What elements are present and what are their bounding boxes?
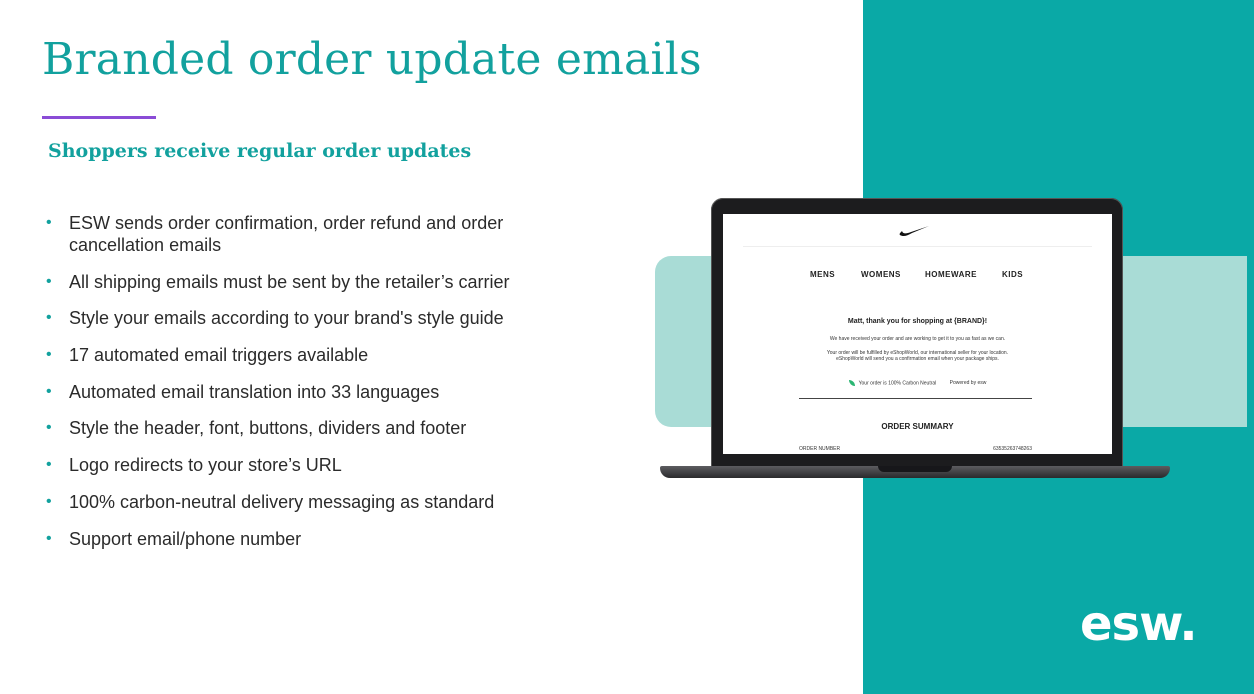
title-accent-rule xyxy=(42,116,156,119)
nav-item-mens: MENS xyxy=(810,270,836,279)
list-item: • ESW sends order confirmation, order ref… xyxy=(46,212,566,256)
bullet-icon: • xyxy=(46,382,52,400)
bullet-icon: • xyxy=(46,492,52,510)
list-item-text: 17 automated email triggers available xyxy=(69,345,369,366)
carbon-neutral-text: Your order is 100% Carbon Neutral xyxy=(858,380,937,387)
swoosh-logo-icon xyxy=(899,226,929,237)
list-item: • 100% carbon-neutral delivery messaging … xyxy=(46,491,566,513)
bullet-icon: • xyxy=(46,309,52,327)
bullet-icon: • xyxy=(46,529,52,547)
bullet-icon: • xyxy=(46,272,52,290)
list-item-text: Logo redirects to your store’s URL xyxy=(69,455,342,476)
nav-item-homeware: HOMEWARE xyxy=(925,270,977,279)
email-preview-screen: MENS WOMENS HOMEWARE KIDS Matt, thank yo… xyxy=(723,214,1112,454)
email-section-divider xyxy=(799,398,1032,399)
list-item: • Logo redirects to your store’s URL xyxy=(46,454,566,476)
laptop-mockup: MENS WOMENS HOMEWARE KIDS Matt, thank yo… xyxy=(711,198,1123,468)
order-number-label: ORDER NUMBER xyxy=(799,446,841,452)
list-item-text: Support email/phone number xyxy=(69,528,302,549)
order-summary-title: ORDER SUMMARY xyxy=(881,422,954,431)
carbon-neutral-row: Your order is 100% Carbon Neutral Powere… xyxy=(723,380,1112,386)
bullet-icon: • xyxy=(46,419,52,437)
list-item-text: 100% carbon-neutral delivery messaging a… xyxy=(69,491,495,512)
list-item: • Automated email translation into 33 lan… xyxy=(46,381,566,403)
email-header-divider xyxy=(743,246,1092,247)
page-subtitle: Shoppers receive regular order updates xyxy=(48,140,472,162)
powered-by-text: Powered by esw xyxy=(949,380,987,387)
laptop-hinge-notch xyxy=(878,466,952,472)
list-item: • Style your emails according to your bra… xyxy=(46,307,566,329)
email-line-received: We have received your order and are work… xyxy=(829,336,1006,342)
list-item-text: All shipping emails must be sent by the … xyxy=(69,271,510,292)
list-item-text: ESW sends order confirmation, order refu… xyxy=(69,213,504,255)
list-item-text: Style your emails according to your bran… xyxy=(69,308,504,329)
order-number-value: 63535263748263 xyxy=(993,446,1032,452)
leaf-icon xyxy=(848,380,855,386)
nav-item-kids: KIDS xyxy=(1002,270,1024,279)
esw-logo: esw. xyxy=(1080,596,1198,652)
list-item-text: Automated email translation into 33 lang… xyxy=(69,381,440,402)
list-item: • 17 automated email triggers available xyxy=(46,344,566,366)
list-item: • All shipping emails must be sent by the… xyxy=(46,271,566,293)
feature-list: • ESW sends order confirmation, order ref… xyxy=(46,212,566,564)
email-line-confirmation: eShopWorld will send you a confirmation … xyxy=(836,356,999,362)
bullet-icon: • xyxy=(46,346,52,364)
list-item: • Style the header, font, buttons, divide… xyxy=(46,417,566,439)
bullet-icon: • xyxy=(46,214,52,231)
list-item: • Support email/phone number xyxy=(46,528,566,550)
bullet-icon: • xyxy=(46,456,52,474)
email-greeting: Matt, thank you for shopping at {BRAND}! xyxy=(847,318,988,325)
nav-item-womens: WOMENS xyxy=(861,270,901,279)
list-item-text: Style the header, font, buttons, divider… xyxy=(69,418,467,439)
page-title: Branded order update emails xyxy=(42,34,702,85)
